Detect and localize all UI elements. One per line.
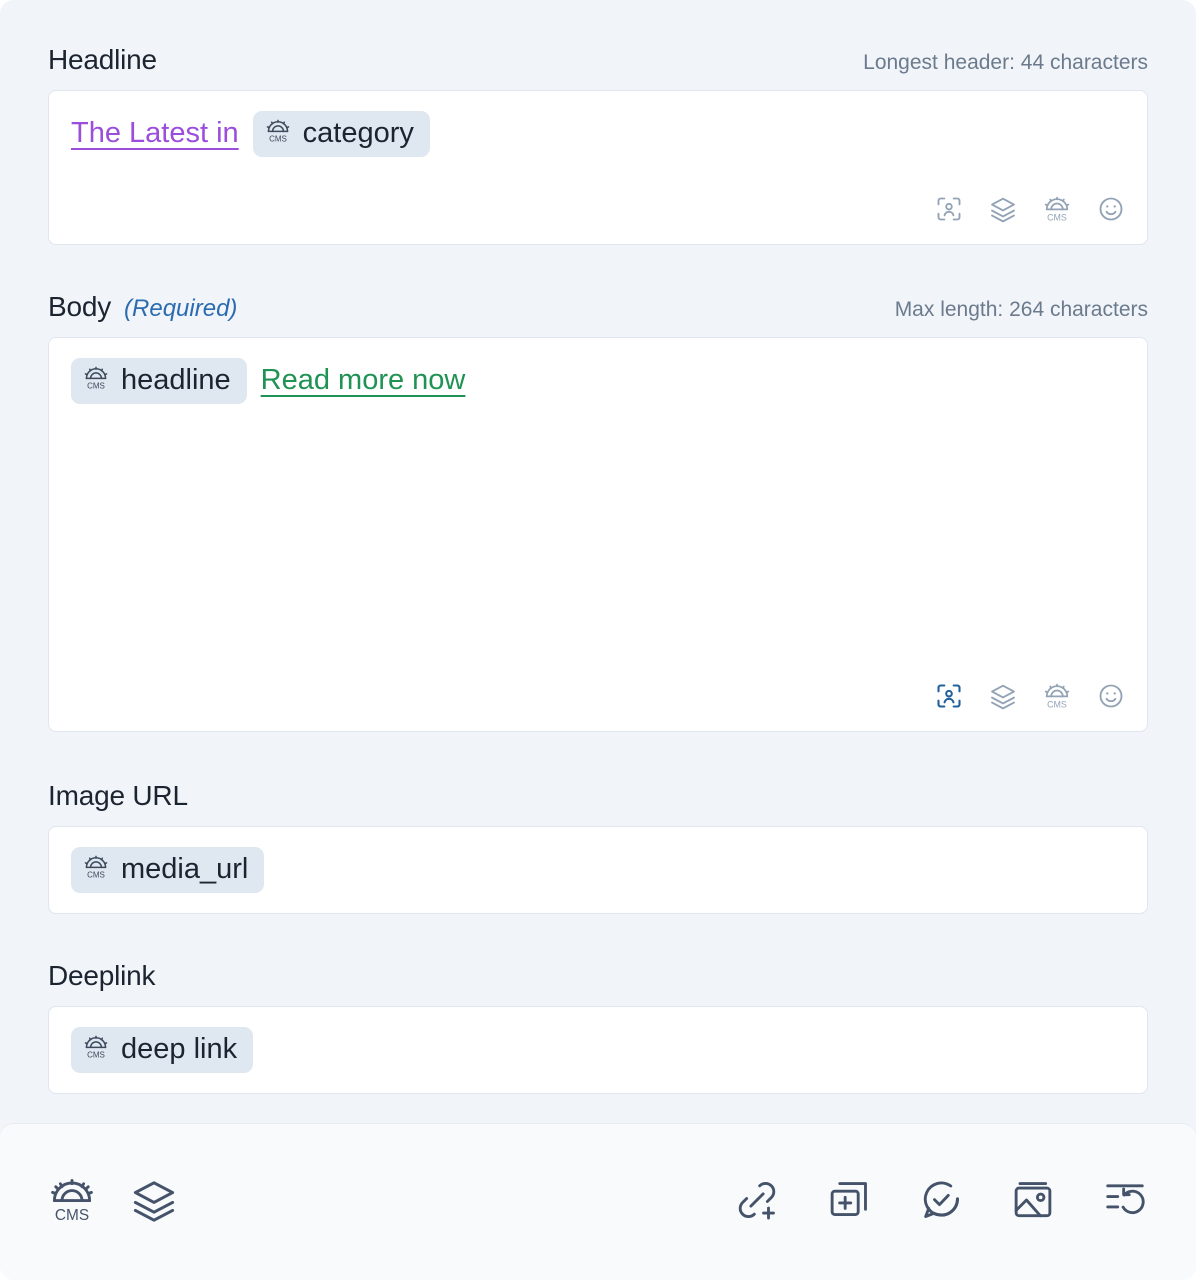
deeplink-input[interactable]: CMS deep link [48,1006,1148,1094]
cms-icon: CMS [265,118,291,149]
body-cta-text[interactable]: Read more now [261,364,466,397]
svg-text:CMS: CMS [1047,699,1067,709]
layers-icon[interactable] [989,682,1017,715]
cms-icon[interactable]: CMS [48,1176,96,1229]
emoji-icon[interactable] [1097,195,1125,228]
add-link-icon[interactable] [734,1177,780,1228]
headline-label-group: Headline [48,44,157,76]
deeplink-cms-token[interactable]: CMS deep link [71,1027,254,1073]
body-input[interactable]: CMS headline Read more now CMS [48,337,1148,732]
body-required-tag: (Required) [124,295,238,322]
headline-label: Headline [48,44,157,75]
cms-icon: CMS [83,365,109,396]
body-label-group: Body (Required) [48,291,237,323]
version-history-icon[interactable] [1102,1177,1148,1228]
headline-label-row: Headline Longest header: 44 characters [48,44,1148,76]
headline-prefix-text[interactable]: The Latest in [71,117,239,150]
headline-input[interactable]: The Latest in CMS category CMS [48,90,1148,245]
image-icon[interactable] [1010,1177,1056,1228]
body-cms-token[interactable]: CMS headline [71,358,247,404]
body-tools: CMS [935,682,1125,715]
toolbar-left-group: CMS [48,1176,178,1229]
deeplink-label-group: Deeplink [48,960,156,992]
svg-text:CMS: CMS [87,1051,105,1060]
editor-toolbar: CMS [0,1123,1196,1280]
personalization-icon[interactable] [935,195,963,228]
svg-text:CMS: CMS [87,871,105,880]
headline-content: The Latest in CMS category [71,111,1125,157]
cms-icon[interactable]: CMS [1043,682,1071,715]
svg-text:CMS: CMS [87,382,105,391]
body-label: Body [48,291,112,322]
personalization-icon[interactable] [935,682,963,715]
cms-icon: CMS [83,854,109,885]
spellcheck-chat-icon[interactable] [918,1177,964,1228]
headline-cms-token[interactable]: CMS category [252,111,430,157]
svg-text:CMS: CMS [269,135,287,144]
notification-composer: Headline Longest header: 44 characters T… [0,0,1196,1280]
cms-icon[interactable]: CMS [1043,195,1071,228]
svg-text:CMS: CMS [55,1206,89,1223]
image-url-label-group: Image URL [48,780,188,812]
svg-text:CMS: CMS [1047,212,1067,222]
layers-icon[interactable] [989,195,1017,228]
deeplink-token-label: deep link [121,1033,238,1066]
image-url-label: Image URL [48,780,188,811]
layers-icon[interactable] [130,1176,178,1229]
toolbar-right-group [734,1177,1148,1228]
cms-icon: CMS [83,1034,109,1065]
body-hint: Max length: 264 characters [894,298,1148,321]
deeplink-label-row: Deeplink [48,960,1148,992]
image-url-cms-token[interactable]: CMS media_url [71,847,265,893]
image-url-input[interactable]: CMS media_url [48,826,1148,914]
body-token-label: headline [121,364,231,396]
deeplink-label: Deeplink [48,960,156,991]
body-label-row: Body (Required) Max length: 264 characte… [48,291,1148,323]
image-url-label-row: Image URL [48,780,1148,812]
headline-tools: CMS [935,195,1125,228]
emoji-icon[interactable] [1097,682,1125,715]
headline-token-label: category [302,117,414,149]
fields-area: Headline Longest header: 44 characters T… [0,0,1196,1123]
body-content: CMS headline Read more now [71,358,1125,404]
add-card-icon[interactable] [826,1177,872,1228]
image-url-token-label: media_url [121,853,249,886]
headline-hint: Longest header: 44 characters [863,51,1148,74]
